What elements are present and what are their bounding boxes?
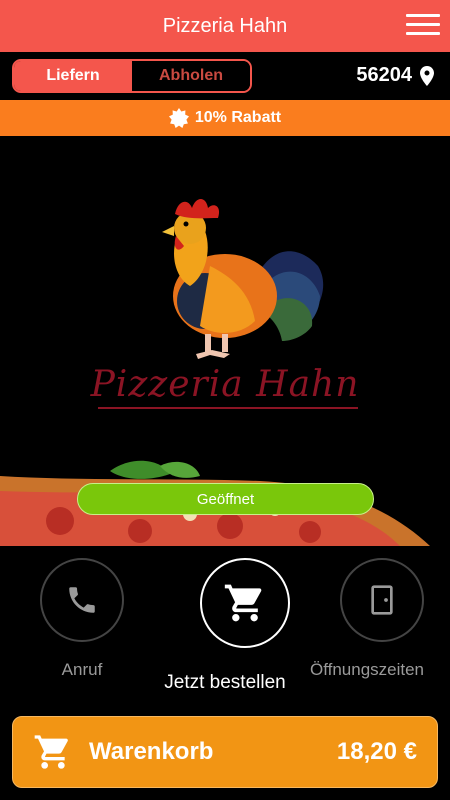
opening-hours-action[interactable]: Öffnungszeiten — [310, 558, 439, 680]
discount-text: 10% Rabatt — [194, 109, 282, 126]
app-header: Pizzeria Hahn — [0, 0, 450, 52]
order-now-button[interactable] — [200, 558, 290, 648]
discount-badge-icon — [168, 108, 189, 128]
delivery-mode-toggle: Liefern Abholen — [12, 59, 252, 93]
restaurant-logo-text: Pizzeria Hahn — [90, 364, 360, 405]
order-now-label: Jetzt bestellen — [164, 672, 286, 693]
app-title: Pizzeria Hahn — [162, 14, 288, 37]
call-label: Anruf — [61, 660, 103, 679]
open-status-badge[interactable]: Geöffnet — [77, 483, 374, 515]
phone-icon — [69, 587, 95, 613]
order-now-action[interactable]: Jetzt bestellen — [164, 558, 310, 694]
cart-button[interactable]: Warenkorb 18,20 € — [12, 716, 438, 788]
hamburger-menu-icon[interactable] — [406, 14, 440, 38]
location-selector[interactable]: 56204 — [356, 64, 434, 87]
opening-hours-button[interactable] — [340, 558, 424, 642]
call-button[interactable] — [40, 558, 124, 642]
call-action[interactable]: Anruf — [40, 558, 124, 680]
opening-hours-label: Öffnungszeiten — [309, 660, 425, 679]
hero-banner: Pizzeria Hahn Geöffnet — [0, 136, 450, 546]
mode-option-pickup[interactable]: Abholen — [132, 61, 250, 91]
cart-icon — [34, 735, 68, 769]
location-pin-icon — [420, 65, 434, 86]
logo-underline — [98, 407, 358, 409]
order-mode-bar: Liefern Abholen 56204 — [0, 52, 450, 100]
cart-icon — [224, 584, 262, 622]
quick-actions: Anruf Jetzt bestellen Öffnungszeiten — [0, 546, 450, 706]
zip-code: 56204 — [356, 64, 412, 86]
mode-option-delivery[interactable]: Liefern — [14, 61, 132, 91]
cart-total: 18,20 € — [336, 738, 417, 765]
door-icon — [371, 585, 393, 615]
discount-banner: 10% Rabatt — [0, 100, 450, 136]
cart-label: Warenkorb — [89, 738, 214, 765]
